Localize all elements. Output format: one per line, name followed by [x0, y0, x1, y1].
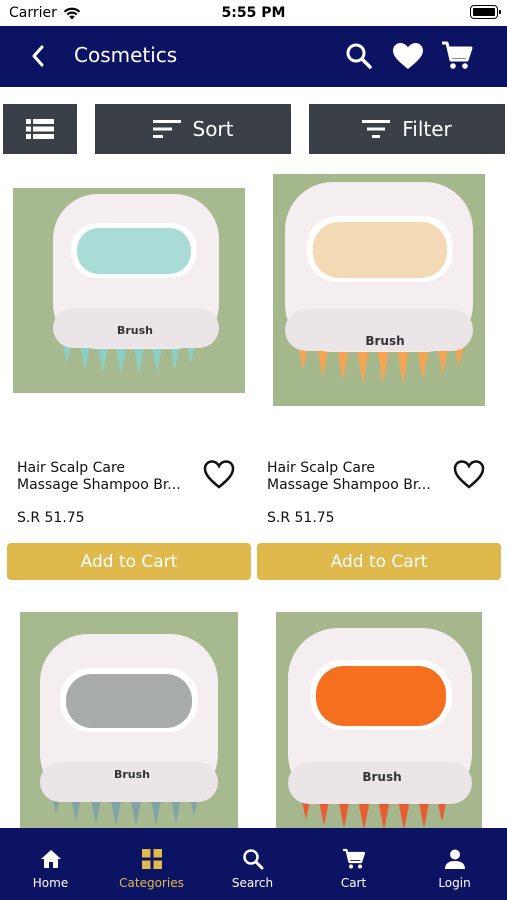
filter-icon [362, 120, 391, 138]
nav-categories[interactable]: Categories [101, 828, 202, 900]
brush-product-image: Brush [273, 174, 485, 406]
view-toggle-button[interactable] [3, 104, 77, 154]
list-view-icon [26, 119, 54, 139]
bottom-nav: Home Categories Search Cart Login [0, 828, 507, 900]
add-to-cart-button[interactable]: Add to Cart [7, 543, 251, 580]
nav-search[interactable]: Search [202, 828, 303, 900]
brush-product-image: Brush [13, 187, 245, 393]
product-name-line1: Hair Scalp Care [17, 460, 126, 476]
filter-label: Filter [402, 117, 452, 141]
cart-icon [442, 41, 473, 69]
brush-product-image: Brush [276, 612, 482, 828]
nav-cart-label: Cart [340, 876, 367, 890]
search-button[interactable] [343, 40, 375, 72]
product-image[interactable]: Brush [257, 612, 501, 828]
product-name-line2: Massage Shampoo Br... [17, 477, 181, 493]
page-title: Cosmetics [74, 43, 178, 67]
app-bar: Cosmetics [0, 26, 507, 87]
product-name[interactable]: Hair Scalp Care Massage Shampoo Br... [267, 460, 447, 494]
brand-label: Brush [362, 770, 401, 784]
nav-login[interactable]: Login [404, 828, 505, 900]
nav-categories-label: Categories [119, 876, 184, 890]
filter-button[interactable]: Filter [309, 104, 505, 154]
status-time: 5:55 PM [221, 5, 286, 21]
product-name-line2: Massage Shampoo Br... [267, 477, 431, 493]
brush-product-image: Brush [20, 612, 238, 828]
battery-icon [470, 5, 501, 19]
nav-search-label: Search [231, 876, 274, 890]
nav-home[interactable]: Home [0, 828, 101, 900]
heart-outline-icon [203, 460, 235, 489]
cart-icon [342, 848, 365, 869]
status-bar: Carrier 5:55 PM [0, 0, 507, 26]
favorites-button[interactable] [392, 40, 424, 72]
sort-button[interactable]: Sort [95, 104, 291, 154]
user-icon [444, 849, 465, 869]
add-to-cart-button[interactable]: Add to Cart [257, 543, 501, 580]
brand-label: Brush [114, 768, 150, 781]
heart-icon [393, 43, 423, 69]
brand-label: Brush [365, 334, 404, 348]
favorite-button[interactable] [202, 458, 236, 492]
product-name-line1: Hair Scalp Care [267, 460, 376, 476]
categories-icon [141, 849, 162, 869]
favorite-button[interactable] [452, 458, 486, 492]
toolbar: Sort Filter [0, 104, 507, 154]
product-price: S.R 51.75 [17, 510, 85, 526]
product-image[interactable]: Brush [7, 170, 251, 410]
back-button[interactable] [22, 40, 54, 72]
nav-cart[interactable]: Cart [303, 828, 404, 900]
search-icon [346, 43, 372, 69]
heart-outline-icon [453, 460, 485, 489]
product-grid: Brush Hair Scalp Care Massage Shampoo Br… [0, 170, 507, 828]
search-icon [242, 849, 263, 870]
cart-button[interactable] [441, 40, 473, 72]
nav-home-label: Home [32, 876, 69, 890]
chevron-left-icon [32, 45, 44, 67]
home-icon [40, 850, 61, 868]
product-price: S.R 51.75 [267, 510, 335, 526]
sort-icon [152, 120, 181, 138]
nav-login-label: Login [438, 876, 471, 890]
product-name[interactable]: Hair Scalp Care Massage Shampoo Br... [17, 460, 197, 494]
sort-label: Sort [192, 117, 234, 141]
product-image[interactable]: Brush [7, 612, 251, 828]
brand-label: Brush [117, 324, 153, 337]
product-image[interactable]: Brush [257, 170, 501, 410]
